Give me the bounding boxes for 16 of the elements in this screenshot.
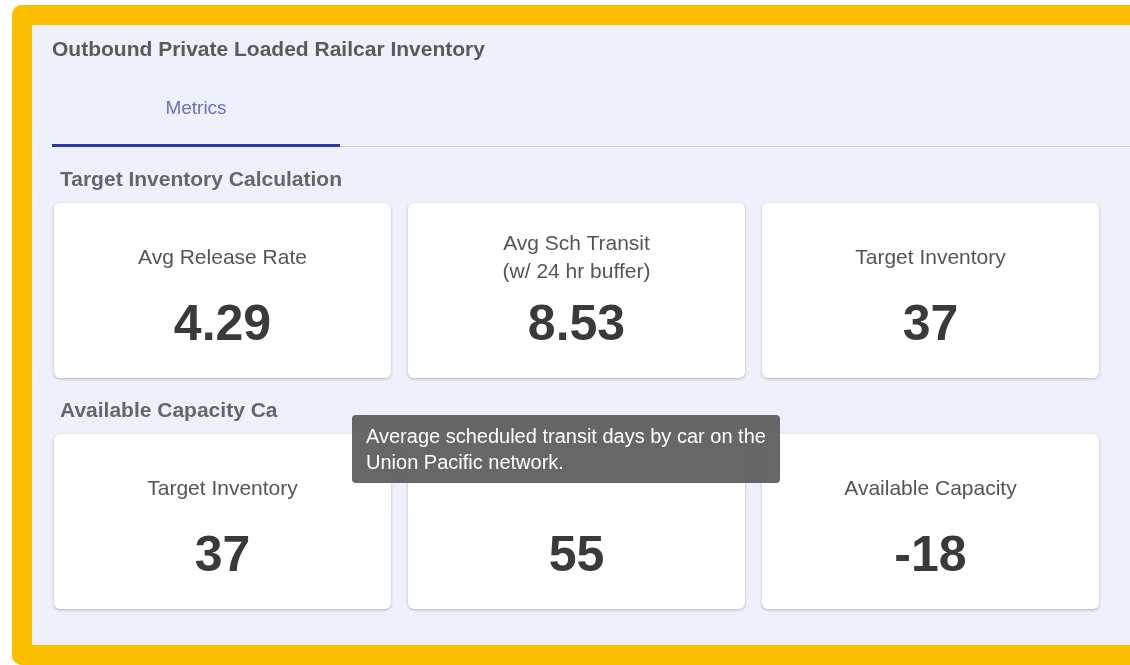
metric-label: Avg Release Rate [138, 243, 307, 270]
metric-value: 55 [548, 524, 605, 583]
metric-value: 4.29 [173, 293, 272, 352]
tooltip: Average scheduled transit days by car on the Union Pacific network. [352, 415, 780, 483]
section-title: Target Inventory Calculation [59, 166, 343, 192]
metric-value: 37 [902, 293, 959, 352]
metric-value: 8.53 [527, 293, 626, 352]
metric-label: Avg Sch Transit (w/ 24 hr buffer) [502, 230, 651, 284]
panel-title: Outbound Private Loaded Railcar Inventory [52, 37, 486, 62]
metric-label: Target Inventory [147, 474, 298, 501]
section-title: Available Capacity Ca [59, 397, 279, 423]
metric-value: 37 [194, 524, 251, 583]
metric-label: Available Capacity [844, 474, 1017, 501]
metric-value: -18 [894, 524, 967, 583]
metric-label: Target Inventory [855, 243, 1006, 270]
tab[interactable]: Metrics [52, 71, 340, 147]
